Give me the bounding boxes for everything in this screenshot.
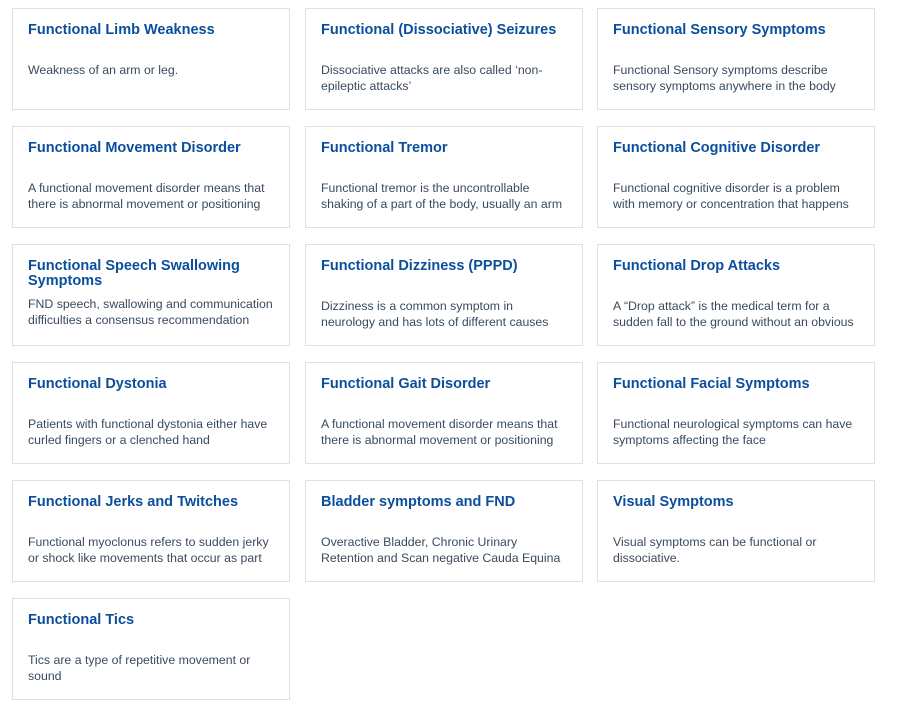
card-title[interactable]: Functional Jerks and Twitches <box>28 495 274 525</box>
card-functional-tics[interactable]: Functional Tics Tics are a type of repet… <box>12 598 290 700</box>
card-functional-gait-disorder[interactable]: Functional Gait Disorder A functional mo… <box>305 362 583 464</box>
card-functional-sensory-symptoms[interactable]: Functional Sensory Symptoms Functional S… <box>597 8 875 110</box>
card-functional-dizziness-pppd[interactable]: Functional Dizziness (PPPD) Dizziness is… <box>305 244 583 346</box>
card-description: Tics are a type of repetitive movement o… <box>28 653 251 683</box>
card-title[interactable]: Functional Facial Symptoms <box>613 377 859 407</box>
card-title[interactable]: Functional Tics <box>28 613 274 643</box>
card-description: A functional movement disorder means tha… <box>321 417 558 447</box>
card-functional-drop-attacks[interactable]: Functional Drop Attacks A “Drop attack” … <box>597 244 875 346</box>
card-title[interactable]: Functional Gait Disorder <box>321 377 567 407</box>
card-description: Functional neurological symptoms can hav… <box>613 417 853 447</box>
card-title[interactable]: Functional Cognitive Disorder <box>613 141 859 171</box>
card-functional-jerks-and-twitches[interactable]: Functional Jerks and Twitches Functional… <box>12 480 290 582</box>
card-title[interactable]: Functional Sensory Symptoms <box>613 23 859 53</box>
card-title[interactable]: Functional Limb Weakness <box>28 23 274 53</box>
card-visual-symptoms[interactable]: Visual Symptoms Visual symptoms can be f… <box>597 480 875 582</box>
card-functional-cognitive-disorder[interactable]: Functional Cognitive Disorder Functional… <box>597 126 875 228</box>
card-functional-facial-symptoms[interactable]: Functional Facial Symptoms Functional ne… <box>597 362 875 464</box>
card-functional-speech-swallowing-symptoms[interactable]: Functional Speech Swallowing Symptoms FN… <box>12 244 290 346</box>
card-description: A functional movement disorder means tha… <box>28 181 265 211</box>
card-title[interactable]: Functional Movement Disorder <box>28 141 274 171</box>
card-description: Functional cognitive disorder is a probl… <box>613 181 849 211</box>
card-description: Dissociative attacks are also called ‘no… <box>321 63 543 93</box>
card-description: A “Drop attack” is the medical term for … <box>613 299 854 329</box>
card-bladder-symptoms-and-fnd[interactable]: Bladder symptoms and FND Overactive Blad… <box>305 480 583 582</box>
card-title[interactable]: Functional Tremor <box>321 141 567 171</box>
card-title[interactable]: Visual Symptoms <box>613 495 859 525</box>
card-title[interactable]: Functional Dizziness (PPPD) <box>321 259 567 289</box>
card-title[interactable]: Functional Dystonia <box>28 377 274 407</box>
card-title[interactable]: Functional (Dissociative) Seizures <box>321 23 567 53</box>
card-title[interactable]: Bladder symptoms and FND <box>321 495 567 525</box>
card-title[interactable]: Functional Drop Attacks <box>613 259 859 289</box>
card-description: Functional tremor is the uncontrollable … <box>321 181 563 211</box>
card-functional-tremor[interactable]: Functional Tremor Functional tremor is t… <box>305 126 583 228</box>
card-description: Overactive Bladder, Chronic Urinary Rete… <box>321 535 561 565</box>
card-functional-dystonia[interactable]: Functional Dystonia Patients with functi… <box>12 362 290 464</box>
card-description: Functional Sensory symptoms describe sen… <box>613 63 836 93</box>
card-functional-limb-weakness[interactable]: Functional Limb Weakness Weakness of an … <box>12 8 290 110</box>
card-description: Visual symptoms can be functional or dis… <box>613 535 817 565</box>
card-description: Patients with functional dystonia either… <box>28 417 268 447</box>
card-description: Functional myoclonus refers to sudden je… <box>28 535 269 565</box>
card-description: Weakness of an arm or leg. <box>28 63 179 77</box>
card-title[interactable]: Functional Speech Swallowing Symptoms <box>28 259 274 289</box>
card-description: FND speech, swallowing and communication… <box>28 297 273 327</box>
card-functional-dissociative-seizures[interactable]: Functional (Dissociative) Seizures Disso… <box>305 8 583 110</box>
card-functional-movement-disorder[interactable]: Functional Movement Disorder A functiona… <box>12 126 290 228</box>
card-description: Dizziness is a common symptom in neurolo… <box>321 299 549 329</box>
